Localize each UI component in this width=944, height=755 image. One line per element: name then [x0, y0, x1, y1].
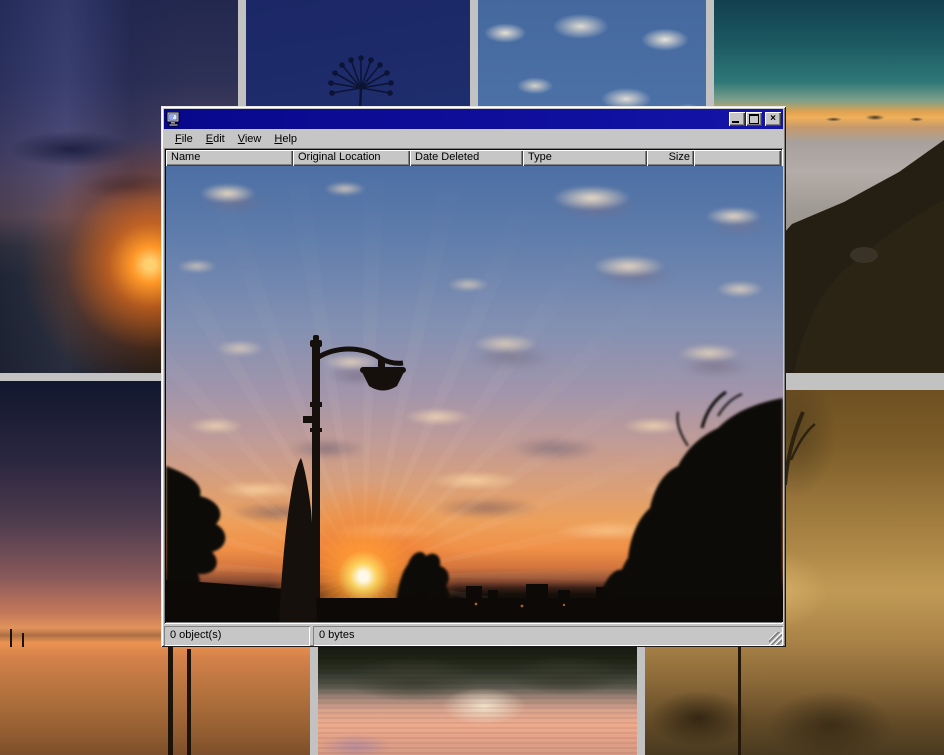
column-header-name[interactable]: Name: [166, 150, 293, 166]
close-button[interactable]: ×: [765, 112, 781, 126]
column-header-row: Name Original Location Date Deleted Type…: [166, 150, 781, 166]
status-size-text: 0 bytes: [319, 629, 354, 641]
menu-bar: File Edit View Help: [164, 129, 783, 148]
water-pole-silhouette: [168, 641, 173, 755]
maximize-icon: [749, 114, 759, 124]
status-bar: 0 object(s) 0 bytes: [164, 626, 783, 646]
close-icon: ×: [770, 114, 776, 124]
ground-band-silhouette: [166, 598, 783, 622]
distant-pole-silhouette: [22, 633, 24, 647]
wallpaper-water-reflections-photo: [318, 647, 637, 755]
menu-edit[interactable]: Edit: [200, 131, 231, 147]
street-lamp-silhouette: [279, 335, 406, 622]
maximize-button[interactable]: [746, 112, 762, 126]
resize-grip-icon[interactable]: [769, 632, 782, 645]
list-view-photo-background[interactable]: [166, 166, 783, 622]
window-titlebar[interactable]: ×: [164, 109, 783, 129]
desktop: × File Edit View Help Name Original Loca…: [0, 0, 944, 755]
column-header-date-deleted[interactable]: Date Deleted: [410, 150, 523, 166]
column-header-size[interactable]: Size: [647, 150, 694, 166]
recycle-bin-window: × File Edit View Help Name Original Loca…: [161, 106, 786, 647]
list-view-frame: Name Original Location Date Deleted Type…: [164, 148, 783, 624]
minimize-button[interactable]: [729, 112, 745, 126]
menu-file[interactable]: File: [169, 131, 199, 147]
distant-pole-silhouette: [10, 629, 12, 647]
column-header-filler: [694, 150, 781, 166]
cypress-tree-silhouette: [279, 458, 317, 622]
status-object-count: 0 object(s): [164, 626, 310, 646]
menu-view[interactable]: View: [232, 131, 268, 147]
minimize-icon: [732, 121, 739, 123]
water-pole-silhouette: [187, 649, 191, 755]
program-window-icon[interactable]: [166, 112, 182, 127]
photo-sharp-silhouettes: [166, 166, 783, 622]
status-size: 0 bytes: [313, 626, 783, 646]
column-header-type[interactable]: Type: [523, 150, 647, 166]
menu-help[interactable]: Help: [268, 131, 303, 147]
column-header-original-location[interactable]: Original Location: [293, 150, 410, 166]
